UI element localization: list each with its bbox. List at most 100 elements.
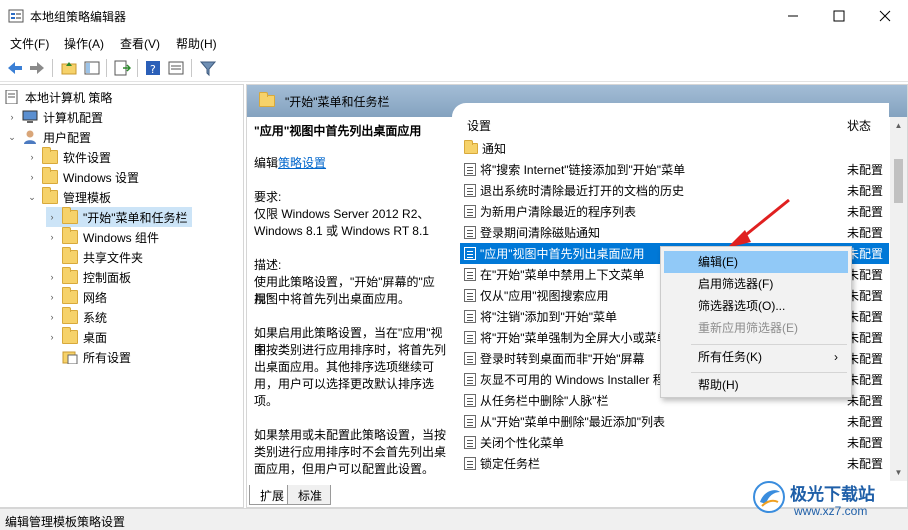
- watermark-brand: 极光下载站: [790, 485, 875, 504]
- table-row[interactable]: 锁定任务栏 未配置: [464, 453, 884, 474]
- row-state: 未配置: [847, 373, 884, 387]
- menu-item-all-tasks[interactable]: 所有任务(K) ›: [664, 346, 848, 368]
- requirements-line: Windows 8.1 或 Windows RT 8.1: [254, 224, 429, 238]
- table-row[interactable]: 将"搜索 Internet"链接添加到"开始"菜单 未配置: [464, 159, 884, 180]
- policy-setting-icon: [464, 331, 476, 344]
- chevron-right-icon[interactable]: ›: [6, 112, 18, 122]
- menu-action[interactable]: 操作(A): [64, 35, 104, 52]
- tree-node-windows-settings[interactable]: › Windows 设置: [26, 167, 139, 187]
- row-state: 未配置: [847, 331, 884, 345]
- policy-setting-icon: [464, 310, 476, 323]
- row-state: 未配置: [847, 268, 884, 282]
- menu-item-enable-filter[interactable]: 启用筛选器(F): [664, 273, 848, 295]
- list-item-folder[interactable]: 通知: [464, 138, 884, 159]
- tree-label: 控制面板: [83, 270, 132, 285]
- show-hide-tree-icon[interactable]: [83, 59, 101, 77]
- chevron-right-icon[interactable]: ›: [46, 332, 58, 342]
- row-state: 未配置: [847, 247, 884, 261]
- properties-icon[interactable]: [167, 59, 185, 77]
- table-row[interactable]: 关闭个性化菜单 未配置: [464, 432, 884, 453]
- tree-label: 管理模板: [63, 190, 112, 205]
- tree-node-computer-config[interactable]: › 计算机配置: [6, 107, 103, 127]
- row-state: 未配置: [847, 436, 884, 450]
- row-name: 灰显不可用的 Windows Installer 程序: [480, 373, 677, 387]
- tree-label: 系统: [83, 310, 108, 325]
- tree-node-control-panel[interactable]: › 控制面板: [46, 267, 131, 287]
- menu-help[interactable]: 帮助(H): [176, 35, 217, 52]
- table-row[interactable]: 从"开始"菜单中删除"最近添加"列表 未配置: [464, 411, 884, 432]
- vertical-scrollbar[interactable]: ▲ ▼: [890, 117, 907, 481]
- back-icon[interactable]: [6, 59, 24, 77]
- tree-node-desktop[interactable]: › 桌面: [46, 327, 107, 347]
- filter-icon[interactable]: [199, 59, 217, 77]
- chevron-right-icon[interactable]: ›: [26, 172, 38, 182]
- tree-node-user-config[interactable]: ⌄ 用户配置: [6, 127, 91, 147]
- row-state: 未配置: [847, 163, 884, 177]
- description-text: 用，用户可以选择更改默认排序选: [254, 377, 435, 391]
- minimize-button[interactable]: [770, 0, 816, 32]
- description-text: 项。: [254, 394, 279, 408]
- annotation-arrow-icon: [727, 198, 790, 248]
- column-header-setting[interactable]: 设置: [467, 117, 491, 134]
- folder-icon: [62, 287, 78, 304]
- chevron-right-icon[interactable]: ›: [46, 292, 58, 302]
- policy-setting-icon: [464, 352, 476, 365]
- scroll-up-arrow-icon[interactable]: ▲: [890, 117, 907, 134]
- forward-icon[interactable]: [28, 59, 46, 77]
- chevron-down-icon[interactable]: ⌄: [6, 132, 18, 143]
- edit-policy-link[interactable]: 策略设置: [278, 156, 326, 170]
- tab-standard[interactable]: 标准: [287, 485, 332, 505]
- column-header-state[interactable]: 状态: [847, 117, 871, 134]
- tree-node-software-settings[interactable]: › 软件设置: [26, 147, 111, 167]
- close-button[interactable]: [862, 0, 908, 32]
- chevron-right-icon[interactable]: ›: [46, 272, 58, 282]
- brand-logo-icon: [753, 481, 785, 513]
- tree-label: 所有设置: [83, 350, 132, 365]
- menu-view[interactable]: 查看(V): [120, 35, 160, 52]
- chevron-down-icon[interactable]: ⌄: [26, 192, 38, 203]
- menu-item-filter-options[interactable]: 筛选器选项(O)...: [664, 295, 848, 317]
- row-state: 未配置: [847, 457, 884, 471]
- tree-node-local-computer-policy[interactable]: 本地计算机 策略: [4, 87, 112, 107]
- table-row[interactable]: 退出系统时清除最近打开的文档的历史 未配置: [464, 180, 884, 201]
- chevron-right-icon[interactable]: ›: [46, 312, 58, 322]
- chevron-right-icon[interactable]: ›: [46, 212, 58, 222]
- scrollbar-thumb[interactable]: [894, 159, 903, 203]
- chevron-right-icon[interactable]: ›: [26, 152, 38, 162]
- export-list-icon[interactable]: [113, 59, 131, 77]
- requirements-line: 仅限 Windows Server 2012 R2、: [254, 207, 430, 221]
- tree-node-all-settings[interactable]: 所有设置: [46, 347, 131, 367]
- policy-setting-icon: [464, 184, 476, 197]
- tree-node-windows-components[interactable]: › Windows 组件: [46, 227, 159, 247]
- menu-item-edit[interactable]: 编辑(E): [664, 251, 848, 273]
- policy-setting-icon: [464, 415, 476, 428]
- policy-setting-icon: [464, 163, 476, 176]
- up-folder-icon[interactable]: [60, 59, 78, 77]
- submenu-arrow-icon: ›: [834, 350, 838, 364]
- gpedit-app-icon: [8, 9, 24, 23]
- tree-node-start-menu-taskbar[interactable]: › "开始"菜单和任务栏: [46, 207, 192, 227]
- tree-node-system[interactable]: › 系统: [46, 307, 107, 327]
- tree-node-network[interactable]: › 网络: [46, 287, 107, 307]
- folder-icon: [62, 247, 78, 264]
- tree-node-shared-folders[interactable]: 共享文件夹: [46, 247, 143, 267]
- row-name: 从"开始"菜单中删除"最近添加"列表: [480, 415, 666, 429]
- folder-icon: [259, 92, 275, 107]
- table-row[interactable]: 登录期间清除磁贴通知 未配置: [464, 222, 884, 243]
- tree-node-admin-templates[interactable]: ⌄ 管理模板: [26, 187, 111, 207]
- close-icon: [879, 10, 891, 22]
- requirements-label: 要求:: [254, 190, 282, 204]
- help-icon[interactable]: ?: [144, 59, 162, 77]
- tree-label: Windows 组件: [83, 230, 160, 245]
- maximize-button[interactable]: [816, 0, 862, 32]
- policy-setting-icon: [464, 226, 476, 239]
- menu-item-help[interactable]: 帮助(H): [664, 374, 848, 396]
- table-row[interactable]: 为新用户清除最近的程序列表 未配置: [464, 201, 884, 222]
- row-name: 登录期间清除磁贴通知: [480, 226, 601, 240]
- minimize-icon: [788, 15, 798, 17]
- description-text: 如果禁用或未配置此策略设置，当按: [254, 428, 447, 442]
- menu-file[interactable]: 文件(F): [10, 35, 49, 52]
- chevron-right-icon[interactable]: ›: [46, 232, 58, 242]
- description-text: 出桌面应用。其他排序选项继续可: [254, 360, 435, 374]
- edit-line: 编辑策略设置: [254, 155, 450, 172]
